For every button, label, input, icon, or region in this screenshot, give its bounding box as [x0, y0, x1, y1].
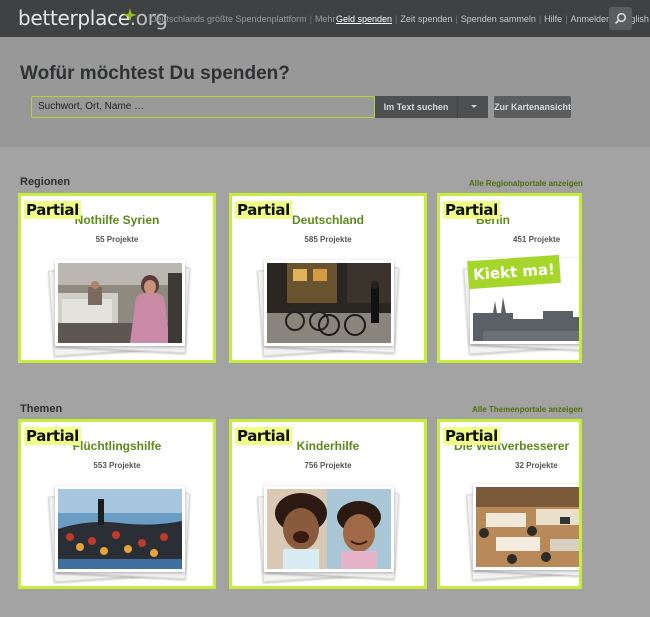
card-photo [48, 486, 191, 583]
search-input[interactable]: Suchwort, Ort, Name … [31, 96, 375, 118]
search-icon [614, 12, 627, 25]
search-scope-button[interactable]: Im Text suchen [375, 96, 457, 118]
refugees-truck-image [58, 263, 182, 343]
card-fluechtlingshilfe[interactable]: Flüchtlingshilfe 553 Projekte Partial [18, 419, 216, 589]
logo[interactable]: betterplace.org [18, 6, 168, 30]
partial-overlay-label: Partial [443, 201, 500, 219]
card-photo [466, 484, 579, 581]
card-project-count: 55 Projekte [95, 235, 139, 244]
card-photo [48, 260, 191, 357]
card-photo [257, 260, 400, 357]
refugee-boat-image [58, 489, 182, 569]
nav-hilfe[interactable]: Hilfe [544, 14, 562, 24]
card-photo: Kiekt ma! [463, 254, 579, 355]
night-street-image [267, 263, 391, 343]
card-kinderhilfe[interactable]: Kinderhilfe 756 Projekte Partial [229, 419, 427, 589]
workshop-image [476, 487, 579, 567]
partial-overlay-label: Partial [443, 427, 500, 445]
main-nav: Geld spenden | Zeit spenden | Spenden sammel… [336, 14, 649, 24]
card-project-count: 585 Projekte [304, 235, 352, 244]
partial-overlay-label: Partial [24, 427, 81, 445]
section-title-themen: Themen [20, 403, 63, 415]
logo-main: betterplace [18, 6, 130, 30]
chevron-down-icon[interactable] [457, 96, 488, 118]
card-project-count: 32 Projekte [515, 461, 558, 470]
all-theme-portals-link[interactable]: Alle Themenportale anzeigen [472, 405, 583, 414]
card-deutschland[interactable]: Deutschland 585 Projekte Partial [229, 193, 427, 363]
logo-leaf-icon [123, 8, 137, 22]
top-navigation-bar: betterplace.org Deutschlands größte Spen… [0, 0, 650, 37]
section-title-regionen: Regionen [20, 176, 71, 188]
card-nothilfe-syrien[interactable]: Nothilfe Syrien 55 Projekte Partial [18, 193, 216, 363]
card-project-count: 553 Projekte [93, 461, 141, 470]
card-project-count: 451 Projekte [513, 235, 561, 244]
nav-zeit-spenden[interactable]: Zeit spenden [400, 14, 452, 24]
all-regional-portals-link[interactable]: Alle Regionalportale anzeigen [469, 179, 583, 188]
nav-geld-spenden[interactable]: Geld spenden [336, 14, 392, 24]
card-project-count: 756 Projekte [304, 461, 352, 470]
search-button[interactable] [609, 7, 632, 30]
partial-overlay-label: Partial [235, 201, 292, 219]
tagline: Deutschlands größte Spendenplattform | Meh… [150, 14, 336, 24]
children-image [267, 489, 391, 569]
partial-overlay-label: Partial [235, 427, 292, 445]
nav-anmelden[interactable]: Anmelden [571, 14, 612, 24]
map-view-button[interactable]: Zur Kartenansicht [494, 96, 571, 118]
more-link[interactable]: Mehr [315, 14, 336, 24]
partial-overlay-label: Partial [24, 201, 81, 219]
search-hero: Wofür möchtest Du spenden? Suchwort, Ort… [0, 37, 650, 147]
tagline-text: Deutschlands größte Spendenplattform [150, 14, 307, 24]
page-title: Wofür möchtest Du spenden? [20, 63, 290, 84]
card-die-weltverbesserer[interactable]: Die Weltverbesserer 32 Projekte Partial [437, 419, 582, 589]
card-photo [257, 486, 400, 583]
card-berlin[interactable]: Berlin 451 Projekte Kiekt ma! Partial [437, 193, 582, 363]
nav-spenden-sammeln[interactable]: Spenden sammeln [461, 14, 536, 24]
